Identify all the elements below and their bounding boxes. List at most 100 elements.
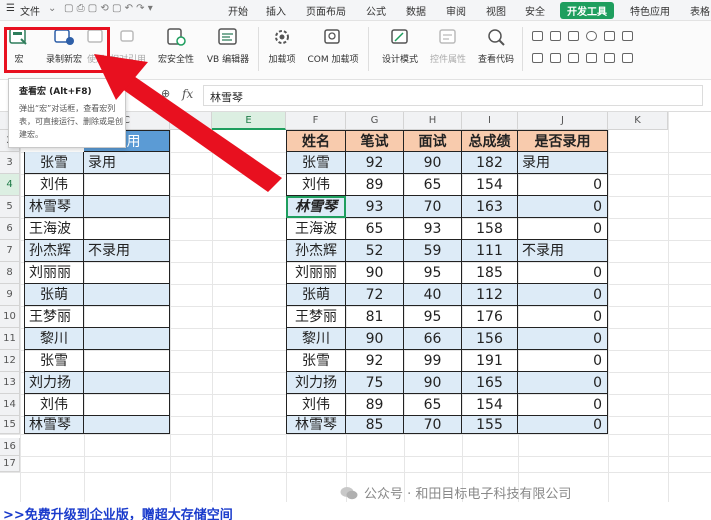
tab-special[interactable]: 特色应用 (630, 3, 670, 18)
right-cell[interactable]: 75 (346, 372, 404, 394)
row-header-6[interactable]: 6 (0, 218, 20, 240)
left-name-cell[interactable]: 林雪琴 (24, 196, 84, 218)
right-cell[interactable]: 154 (462, 174, 518, 196)
right-cell[interactable]: 70 (404, 416, 462, 434)
right-cell[interactable]: 录用 (518, 152, 608, 174)
right-cell[interactable]: 95 (404, 306, 462, 328)
left-name-cell[interactable]: 张萌 (24, 284, 84, 306)
column-header-H[interactable]: H (404, 112, 462, 130)
left-status-cell[interactable] (84, 174, 170, 196)
right-cell[interactable]: 0 (518, 328, 608, 350)
right-cell[interactable]: 90 (346, 262, 404, 284)
right-cell[interactable]: 张雪 (286, 350, 346, 372)
left-status-cell[interactable] (84, 416, 170, 434)
right-cell[interactable]: 92 (346, 350, 404, 372)
right-cell[interactable]: 刘丽丽 (286, 262, 346, 284)
combobox-control-icon[interactable] (550, 53, 561, 63)
row-header-14[interactable]: 14 (0, 394, 20, 416)
right-cell[interactable]: 刘伟 (286, 174, 346, 196)
right-header-2[interactable]: 面试 (404, 130, 462, 152)
right-cell[interactable]: 65 (346, 218, 404, 240)
row-header-4[interactable]: 4 (0, 174, 20, 196)
zoom-icon[interactable]: ⊕ (161, 87, 170, 100)
view-code-button[interactable]: 查看代码 (470, 25, 522, 73)
right-header-3[interactable]: 总成绩 (462, 130, 518, 152)
row-header-17[interactable]: 17 (0, 456, 20, 472)
tab-developer[interactable]: 开发工具 (560, 2, 614, 19)
quick-access-icons[interactable]: ▢ ⎙ ▢ ⟲ ▢ ↶ ↷ ▾ (64, 3, 153, 14)
right-cell[interactable]: 黎川 (286, 328, 346, 350)
right-cell[interactable]: 154 (462, 394, 518, 416)
image-control-icon[interactable] (604, 31, 615, 41)
textbox-control-icon[interactable] (550, 31, 561, 41)
left-status-cell[interactable]: 不录用 (84, 240, 170, 262)
right-cell[interactable]: 81 (346, 306, 404, 328)
right-cell[interactable]: 70 (404, 196, 462, 218)
right-cell[interactable]: 林雪琴 (286, 196, 346, 218)
control-props-button[interactable]: 控件属性 (422, 25, 474, 73)
right-cell[interactable]: 90 (404, 152, 462, 174)
addins-button[interactable]: 加载项 (260, 25, 304, 73)
right-cell[interactable]: 刘伟 (286, 394, 346, 416)
radio-control-icon[interactable] (586, 31, 597, 41)
left-status-cell[interactable] (84, 394, 170, 416)
sheet-grid[interactable]: BCDEFGHIJK 234567891011121314151617 录用张雪… (0, 112, 711, 502)
right-cell[interactable]: 176 (462, 306, 518, 328)
left-name-cell[interactable]: 林雪琴 (24, 416, 84, 434)
relative-ref-button[interactable]: 相对引用 (104, 25, 152, 73)
right-cell[interactable]: 155 (462, 416, 518, 434)
column-header-I[interactable]: I (462, 112, 518, 130)
right-cell[interactable]: 89 (346, 174, 404, 196)
right-cell[interactable]: 93 (404, 218, 462, 240)
left-name-cell[interactable]: 张雪 (24, 152, 84, 174)
right-cell[interactable]: 66 (404, 328, 462, 350)
scrollbar-control-icon[interactable] (604, 53, 615, 63)
right-cell[interactable]: 65 (404, 394, 462, 416)
right-cell[interactable]: 65 (404, 174, 462, 196)
right-header-1[interactable]: 笔试 (346, 130, 404, 152)
tab-home[interactable]: 开始 (228, 3, 248, 18)
right-cell[interactable]: 张萌 (286, 284, 346, 306)
right-cell[interactable]: 52 (346, 240, 404, 262)
row-header-8[interactable]: 8 (0, 262, 20, 284)
tab-security[interactable]: 安全 (525, 3, 545, 18)
right-cell[interactable]: 刘力扬 (286, 372, 346, 394)
right-cell[interactable]: 112 (462, 284, 518, 306)
row-header-10[interactable]: 10 (0, 306, 20, 328)
button-control-icon[interactable] (568, 31, 579, 41)
right-cell[interactable]: 111 (462, 240, 518, 262)
row-header-16[interactable]: 16 (0, 438, 20, 456)
right-cell[interactable]: 0 (518, 372, 608, 394)
right-cell[interactable]: 89 (346, 394, 404, 416)
tab-formulas[interactable]: 公式 (366, 3, 386, 18)
row-header-11[interactable]: 11 (0, 328, 20, 350)
left-name-cell[interactable]: 刘力扬 (24, 372, 84, 394)
right-cell[interactable]: 99 (404, 350, 462, 372)
right-cell[interactable]: 王梦丽 (286, 306, 346, 328)
left-status-cell[interactable] (84, 196, 170, 218)
right-cell[interactable]: 张雪 (286, 152, 346, 174)
tab-page-layout[interactable]: 页面布局 (306, 3, 346, 18)
right-cell[interactable]: 不录用 (518, 240, 608, 262)
left-status-cell[interactable] (84, 350, 170, 372)
right-cell[interactable]: 85 (346, 416, 404, 434)
right-cell[interactable]: 72 (346, 284, 404, 306)
tab-insert[interactable]: 插入 (266, 3, 286, 18)
row-header-13[interactable]: 13 (0, 372, 20, 394)
tab-review[interactable]: 审阅 (446, 3, 466, 18)
tab-table[interactable]: 表格 (690, 3, 710, 18)
right-cell[interactable]: 92 (346, 152, 404, 174)
design-mode-button[interactable]: 设计模式 (374, 25, 426, 73)
right-cell[interactable]: 0 (518, 262, 608, 284)
right-cell[interactable]: 0 (518, 394, 608, 416)
right-cell[interactable]: 90 (404, 372, 462, 394)
row-header-12[interactable]: 12 (0, 350, 20, 372)
macro-security-button[interactable]: 宏安全性 (150, 25, 202, 73)
column-header-G[interactable]: G (346, 112, 404, 130)
left-status-cell[interactable] (84, 328, 170, 350)
toggle-control-icon[interactable] (622, 53, 633, 63)
checkbox-control-icon[interactable] (532, 31, 543, 41)
right-cell[interactable]: 59 (404, 240, 462, 262)
formula-input[interactable]: 林雪琴 (203, 85, 703, 106)
left-name-cell[interactable]: 张雪 (24, 350, 84, 372)
